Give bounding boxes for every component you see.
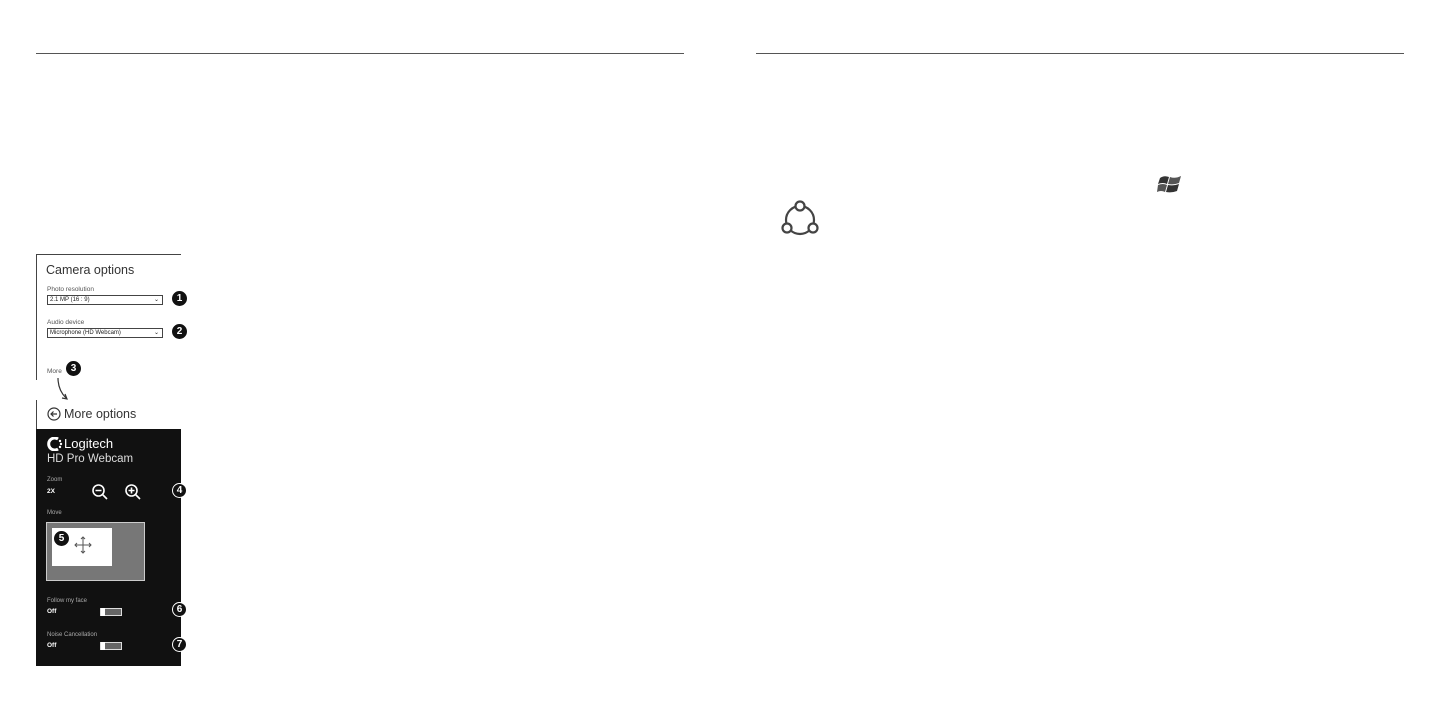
noise-cancellation-value: Off	[47, 642, 57, 649]
noise-cancellation-toggle[interactable]	[100, 642, 122, 650]
move-arrows-icon	[74, 536, 92, 554]
zoom-out-icon[interactable]	[91, 483, 109, 501]
zoom-in-icon[interactable]	[124, 483, 142, 501]
follow-face-label: Follow my face	[47, 598, 88, 604]
follow-face-value: Off	[47, 608, 57, 615]
callout-badge: 7	[172, 637, 187, 652]
camera-options-panel: Camera options Photo resolution 2.1 MP (…	[36, 254, 181, 380]
noise-cancellation-label: Noise Cancellation	[47, 632, 98, 638]
back-arrow-icon[interactable]	[47, 407, 61, 421]
chevron-down-icon: ⌄	[153, 297, 159, 303]
audio-device-select[interactable]: Microphone (HD Webcam) ⌄	[47, 328, 163, 338]
product-name: HD Pro Webcam	[47, 453, 134, 465]
chevron-down-icon: ⌄	[153, 330, 159, 336]
left-page-rule	[36, 53, 684, 54]
more-options-header: More options	[36, 400, 181, 429]
windows-logo-icon	[1157, 176, 1181, 193]
photo-resolution-label: Photo resolution	[47, 286, 94, 293]
photo-resolution-select[interactable]: 2.1 MP (16 : 9) ⌄	[47, 295, 163, 305]
logitech-logo-icon	[47, 437, 63, 451]
zoom-value: 2X	[47, 488, 55, 495]
more-link[interactable]: More	[47, 368, 62, 375]
camera-options-title: Camera options	[46, 263, 135, 277]
callout-badge: 5	[54, 531, 69, 546]
charms-share-icon	[781, 200, 819, 236]
right-page-rule	[756, 53, 1404, 54]
audio-device-value: Microphone (HD Webcam)	[50, 330, 121, 336]
zoom-label: Zoom	[47, 477, 63, 483]
callout-badge: 1	[172, 291, 187, 306]
callout-badge: 3	[66, 361, 81, 376]
callout-badge: 4	[172, 483, 187, 498]
callout-badge: 2	[172, 324, 187, 339]
callout-badge: 6	[172, 602, 187, 617]
photo-resolution-value: 2.1 MP (16 : 9)	[50, 297, 90, 303]
follow-face-toggle[interactable]	[100, 608, 122, 616]
move-label: Move	[47, 510, 62, 516]
audio-device-label: Audio device	[47, 319, 85, 326]
brand-name: Logitech	[64, 436, 114, 451]
more-options-title: More options	[64, 407, 137, 421]
